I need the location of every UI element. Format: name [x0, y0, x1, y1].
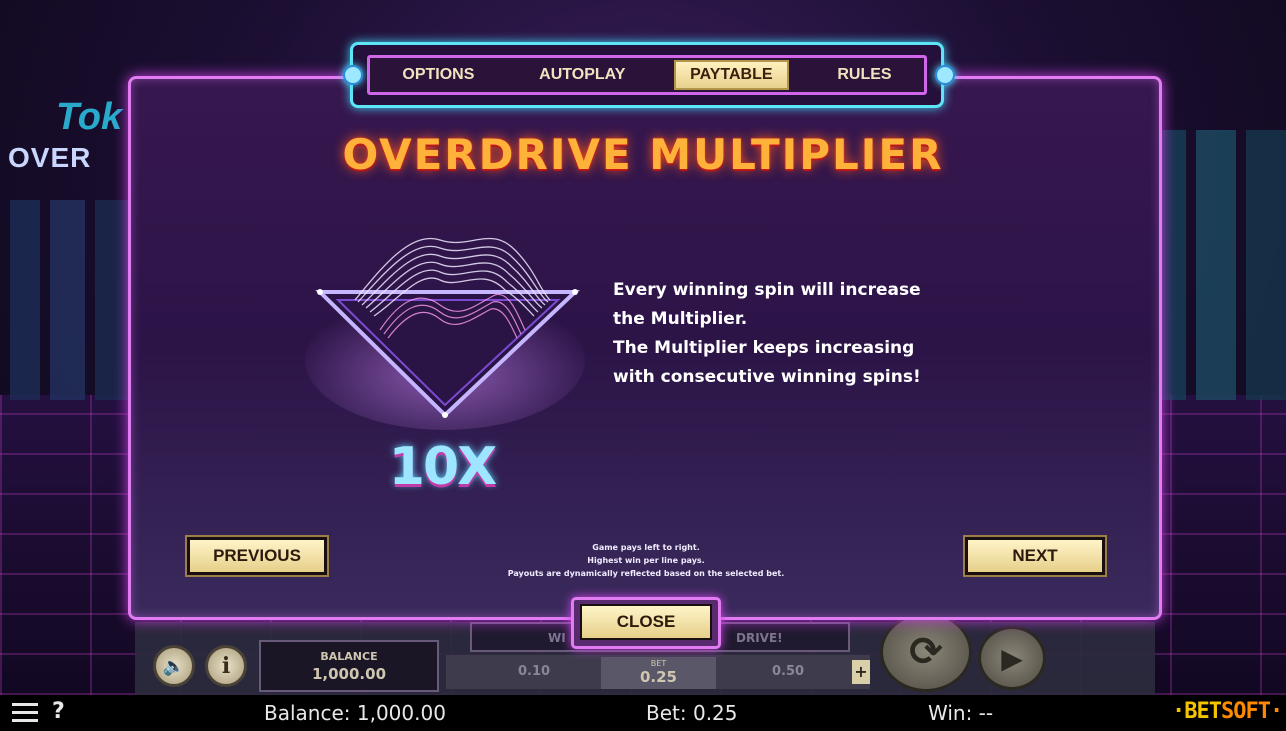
tab-rules[interactable]: RULES	[821, 61, 907, 89]
brand-soft: SOFT·	[1220, 699, 1283, 724]
spin-arrows-icon: ⟳	[909, 629, 943, 675]
betsoft-logo: ·BETSOFT·	[1172, 699, 1283, 724]
balance-display: BALANCE 1,000.00	[259, 640, 439, 692]
status-win: Win: --	[928, 701, 994, 725]
bet-selected[interactable]: BET 0.25	[601, 657, 716, 689]
status-balance: Balance: 1,000.00	[264, 701, 446, 725]
description-line: the Multiplier.	[613, 309, 748, 329]
info-icon: i	[221, 653, 231, 679]
neon-wave-triangle-icon	[305, 237, 585, 430]
previous-button[interactable]: PREVIOUS	[185, 535, 329, 577]
description-line: The Multiplier keeps increasing	[613, 338, 915, 358]
description-line: with consecutive winning spins!	[613, 367, 921, 387]
paytable-notes: Game pays left to right. Highest win per…	[446, 541, 846, 580]
note-line: Payouts are dynamically reflected based …	[507, 569, 785, 578]
frame-knob-left	[343, 65, 363, 85]
sound-button[interactable]: 🔈	[153, 645, 195, 687]
description-line: Every winning spin will increase	[613, 280, 921, 300]
speaker-icon: 🔈	[162, 655, 186, 677]
help-icon[interactable]: ?	[52, 699, 65, 724]
feature-description: Every winning spin will increase the Mul…	[613, 276, 963, 392]
menu-tab-frame: OPTIONS AUTOPLAY PAYTABLE RULES	[350, 42, 944, 108]
spin-button[interactable]: ⟳	[880, 612, 972, 692]
menu-tabs: OPTIONS AUTOPLAY PAYTABLE RULES	[367, 55, 927, 95]
bet-selector: 0.10 BET 0.25 0.50	[446, 655, 870, 689]
close-button[interactable]: CLOSE	[580, 604, 712, 640]
city-skyline-left	[0, 200, 140, 400]
note-line: Highest win per line pays.	[587, 556, 705, 565]
page-title: OVERDRIVE MULTIPLIER	[342, 130, 944, 179]
bet-option[interactable]: 0.50	[772, 664, 804, 679]
note-line: Game pays left to right.	[592, 543, 700, 552]
tab-autoplay[interactable]: AUTOPLAY	[523, 61, 641, 89]
tab-options[interactable]: OPTIONS	[386, 61, 490, 89]
status-bet: Bet: 0.25	[646, 701, 738, 725]
balance-label: BALANCE	[320, 650, 378, 663]
balance-value: 1,000.00	[311, 665, 387, 683]
status-bar: ? Balance: 1,000.00 Bet: 0.25 Win: -- ·B…	[0, 695, 1286, 731]
feature-banner-left: WI	[548, 631, 566, 645]
feature-banner-right: DRIVE!	[736, 631, 783, 645]
frame-knob-right	[935, 65, 955, 85]
next-button[interactable]: NEXT	[963, 535, 1107, 577]
tab-paytable[interactable]: PAYTABLE	[674, 60, 789, 90]
hamburger-menu-icon[interactable]	[12, 703, 38, 723]
multiplier-value: 10X	[388, 437, 497, 497]
info-button[interactable]: i	[205, 645, 247, 687]
bet-label: BET	[650, 659, 667, 668]
autoplay-icon: ▶	[1001, 641, 1023, 675]
autoplay-button[interactable]: ▶	[978, 626, 1046, 690]
bet-value: 0.25	[639, 668, 677, 686]
bet-increase-button[interactable]: +	[852, 660, 870, 684]
bet-option[interactable]: 0.10	[518, 664, 550, 679]
brand-bet: ·BET	[1172, 699, 1222, 724]
